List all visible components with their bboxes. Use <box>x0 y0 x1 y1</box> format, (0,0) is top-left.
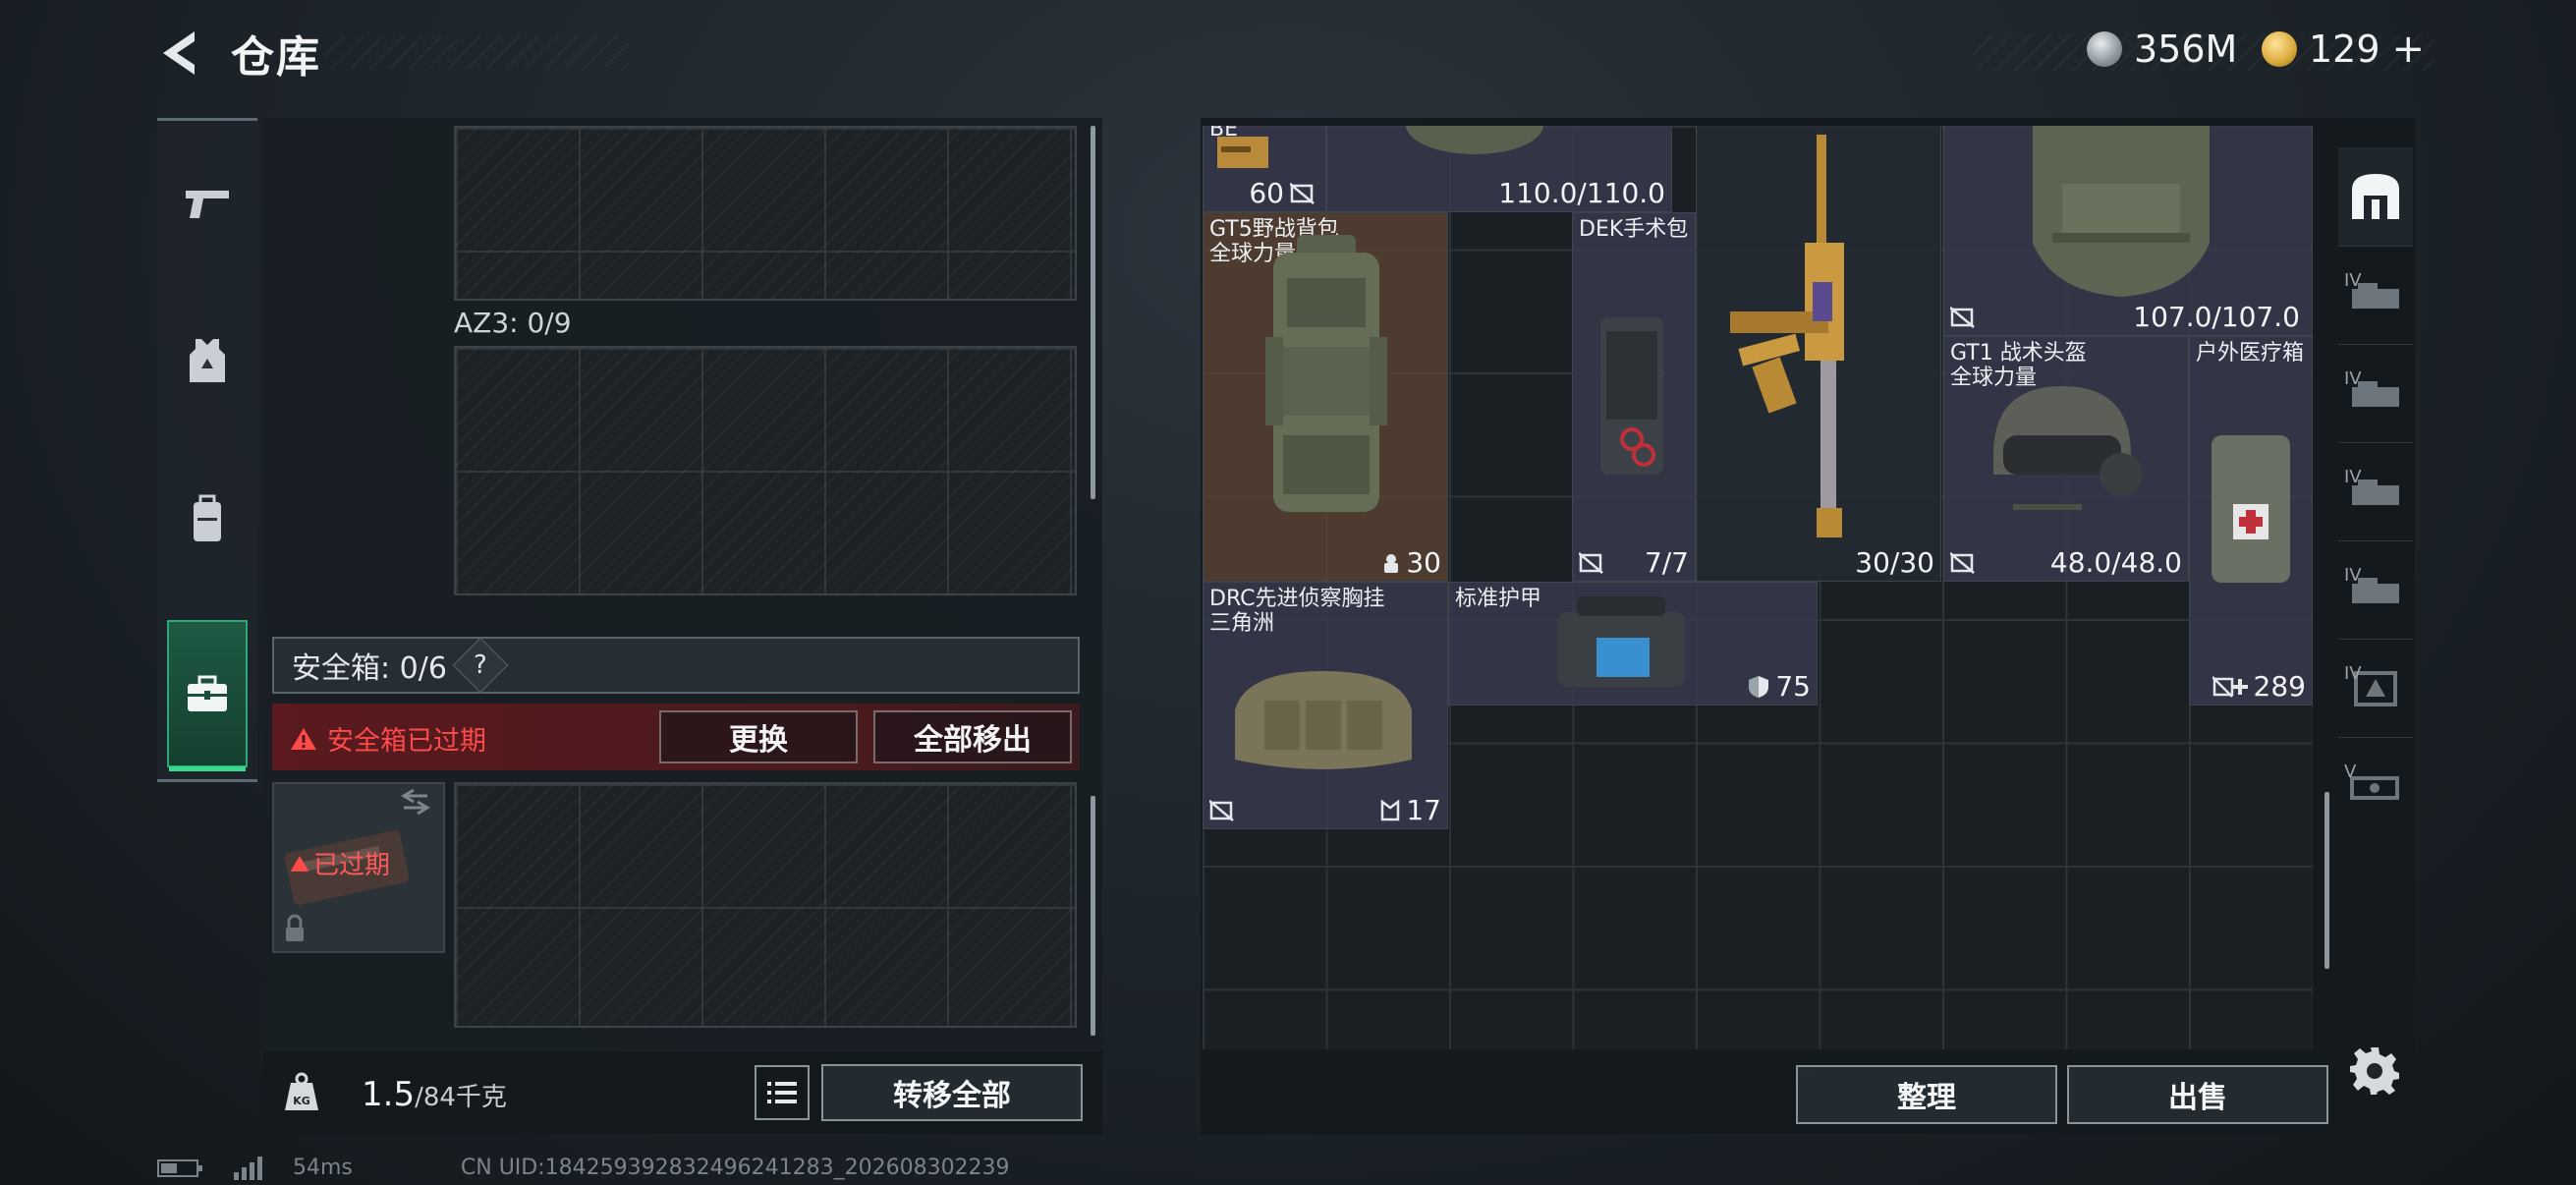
stash-icon <box>2352 174 2399 219</box>
no-lock-icon <box>1950 552 1975 574</box>
list-view-button[interactable] <box>755 1065 810 1120</box>
side-container-4[interactable]: IV <box>2338 540 2413 639</box>
no-lock-icon <box>1209 800 1234 821</box>
no-lock-icon <box>1290 182 1315 204</box>
stash-item-drc-rig[interactable]: DRC先进侦察胸挂 三角洲 17 <box>1203 582 1448 829</box>
title-decoration <box>324 35 629 69</box>
med-capacity-icon <box>2212 675 2248 698</box>
no-lock-icon <box>1579 552 1603 574</box>
back-arrow-icon <box>163 31 195 75</box>
az3-grid[interactable] <box>454 346 1077 595</box>
side-container-3[interactable]: IV <box>2338 442 2413 540</box>
weapon-container-icon <box>2350 775 2399 800</box>
stash-item-gt5-backpack[interactable]: GT5野战背包 全球力量 30 <box>1203 212 1448 582</box>
stash-item-ammo[interactable]: BE 60 <box>1203 126 1326 212</box>
currency-gold[interactable]: 129 + <box>2262 26 2425 73</box>
safe-box-slot[interactable]: 已过期 <box>272 782 445 953</box>
stash-item-outdoor-medkit[interactable]: 户外医疗箱 289 <box>2189 336 2313 705</box>
stash-item-dek-kit[interactable]: DEK手术包 7/7 <box>1572 212 1696 582</box>
safe-box-header: 安全箱: 0/6 ? <box>272 637 1080 694</box>
side-stash-main[interactable] <box>2338 147 2413 246</box>
warning-icon <box>291 727 316 750</box>
currency-silver: 356M <box>2087 26 2237 73</box>
silver-coin-icon <box>2087 31 2122 67</box>
status-bar: 54ms CN UID:184259392832496241283_202608… <box>157 1156 1010 1180</box>
expired-badge: 已过期 <box>290 845 390 881</box>
gear-icon <box>2350 1047 2399 1095</box>
backpack-grid[interactable] <box>454 126 1077 301</box>
stash-item-gt1-helmet[interactable]: GT1 战术头盔 全球力量 48.0/48.0 <box>1943 336 2189 582</box>
stash-item-std-armor[interactable]: 标准护甲 75 <box>1448 582 1818 705</box>
nav-armor[interactable] <box>157 288 257 435</box>
signal-icon <box>234 1156 262 1180</box>
currency-silver-value: 356M <box>2134 28 2238 71</box>
medkit-image <box>2212 435 2290 583</box>
safe-box-label: 安全箱: 0/6 <box>292 651 447 686</box>
transfer-all-button[interactable]: 转移全部 <box>821 1064 1083 1121</box>
rig-capacity-icon <box>1381 799 1400 820</box>
left-scrollbar-lower[interactable] <box>1091 796 1095 1036</box>
safe-box-grid[interactable] <box>454 782 1077 1028</box>
battery-icon <box>157 1158 202 1177</box>
svg-text:KG: KG <box>293 1095 310 1107</box>
plate-carrier-image <box>2033 126 2210 297</box>
sort-button[interactable]: 整理 <box>1796 1065 2057 1124</box>
armor-vest-icon <box>190 339 225 382</box>
stash-grid[interactable]: BE 60 110.0/110.0 30/30 107.0/107.0 GT5野… <box>1203 126 2313 1049</box>
stash-item-top-armor[interactable]: 110.0/110.0 <box>1326 126 1672 212</box>
settings-button[interactable] <box>2350 1045 2399 1095</box>
side-container-1[interactable]: IV <box>2338 246 2413 344</box>
helmet-image <box>1993 386 2143 510</box>
briefcase-icon <box>188 675 227 711</box>
rifle-image <box>1730 135 1844 537</box>
weight-unit: /84千克 <box>415 1083 507 1112</box>
capacity-icon <box>1384 553 1399 573</box>
az3-label: AZ3: 0/9 <box>454 307 572 339</box>
weight-readout: 1.5/84千克 <box>362 1075 507 1114</box>
replace-button[interactable]: 更换 <box>659 710 858 763</box>
currency-add-icon[interactable]: + <box>2392 27 2426 72</box>
help-icon[interactable]: ? <box>452 637 509 694</box>
chest-rig-image <box>1235 671 1412 769</box>
surgical-kit-image <box>1600 317 1663 475</box>
warning-icon <box>290 855 309 872</box>
weight-kg-icon: KG <box>285 1072 318 1110</box>
weight-value: 1.5 <box>362 1075 416 1114</box>
nav-backpack[interactable] <box>157 445 257 592</box>
left-category-nav <box>157 118 257 782</box>
pistol-icon <box>186 191 229 218</box>
uid-readout: CN UID:184259392832496241283_20260830223… <box>460 1156 1010 1180</box>
armor-bag-image <box>1557 596 1685 687</box>
left-scrollbar[interactable] <box>1091 126 1095 499</box>
move-out-all-button[interactable]: 全部移出 <box>873 710 1072 763</box>
stash-scrollbar[interactable] <box>2324 792 2329 969</box>
backpack-image <box>1265 235 1387 512</box>
armor-image <box>1406 126 1543 154</box>
weight-bar: KG 1.5/84千克 转移全部 <box>263 1051 1102 1134</box>
shield-icon <box>1749 675 1769 698</box>
safe-box-expired-bar: 安全箱已过期 更换 全部移出 <box>272 704 1080 770</box>
list-icon <box>767 1082 797 1103</box>
sell-button[interactable]: 出售 <box>2067 1065 2328 1124</box>
ping-readout: 54ms <box>293 1156 353 1180</box>
top-bar: 仓库 356M 129 + <box>0 0 2576 108</box>
currency-gold-value: 129 <box>2309 28 2380 71</box>
no-lock-icon <box>1950 307 1975 328</box>
stash-item-gold-rifle[interactable]: 30/30 <box>1696 126 1941 582</box>
page-title: 仓库 <box>231 32 321 83</box>
expired-warning-text: 安全箱已过期 <box>327 726 486 757</box>
back-button[interactable] <box>155 28 204 79</box>
nav-weapons[interactable] <box>157 131 257 278</box>
side-container-5[interactable]: IV <box>2338 639 2413 737</box>
side-container-2[interactable]: IV <box>2338 344 2413 442</box>
ammo-box-image <box>1217 137 1268 168</box>
backpack-icon <box>194 494 221 541</box>
side-container-6[interactable]: V <box>2338 737 2413 835</box>
expired-warning: 安全箱已过期 <box>290 719 486 758</box>
nav-safebox[interactable] <box>167 620 248 771</box>
gold-coin-icon <box>2262 31 2297 67</box>
stash-item-plate-carrier[interactable]: 107.0/107.0 <box>1943 126 2313 336</box>
